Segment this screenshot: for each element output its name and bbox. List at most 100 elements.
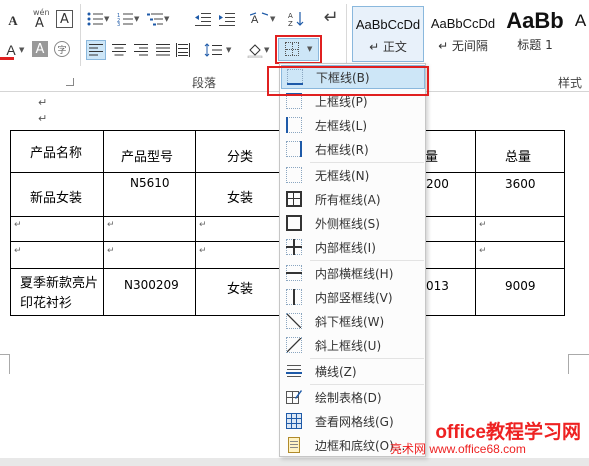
style-no-spacing[interactable]: AaBbCcDd ↵ 无间隔 — [426, 6, 500, 62]
table-cell[interactable]: 3600 — [505, 177, 536, 191]
view-gridlines-icon — [286, 413, 302, 429]
table-cell[interactable]: N300209 — [124, 278, 179, 292]
table-cell[interactable]: N5610 — [130, 176, 170, 190]
style-heading-2-sample: A — [574, 11, 587, 30]
cell-mark: ↵ — [199, 220, 207, 230]
styles-group-label: 样式 — [558, 76, 583, 90]
shading-dropdown-icon[interactable]: ▼ — [264, 46, 269, 54]
paragraph-mark: ↵ — [38, 112, 48, 125]
style-normal-sample: AaBbCcDd — [355, 17, 421, 32]
menu-item-no-border[interactable]: 无框线(N) — [281, 163, 425, 187]
menu-item-right-border[interactable]: 右框线(R) — [281, 137, 425, 161]
diagonal-up-border-icon — [286, 337, 302, 353]
table-header-cell[interactable]: 总量 — [505, 146, 531, 165]
distributed-icon[interactable] — [174, 41, 192, 59]
line-spacing-dropdown-icon[interactable]: ▼ — [226, 46, 231, 54]
shading-icon[interactable] — [246, 41, 264, 59]
draw-table-icon — [286, 389, 302, 405]
watermark-url: 亮术网 www.office68.com — [390, 442, 526, 456]
table-cell[interactable]: 夏季新款亮片印花衬衫 — [20, 274, 102, 314]
menu-item-label: 斜上框线(U) — [315, 338, 382, 353]
numbering-dropdown-icon[interactable]: ▼ — [134, 15, 139, 23]
borders-dropdown-menu: 下框线(B) 上框线(P) 左框线(L) 右框线(R) 无框线(N) 所有框线(… — [279, 63, 426, 457]
page-gap — [0, 458, 589, 466]
horizontal-line-icon — [286, 363, 302, 379]
style-heading-2[interactable]: A — [572, 6, 589, 62]
menu-item-diagonal-up[interactable]: 斜上框线(U) — [281, 333, 425, 357]
style-normal[interactable]: AaBbCcDd ↵ 正文 — [352, 6, 424, 62]
table-header-cell[interactable]: 产品型号 — [121, 146, 173, 165]
style-heading-1-name: 标题 1 — [517, 38, 553, 52]
table-cell[interactable]: 女装 — [227, 278, 253, 297]
line-spacing-icon[interactable] — [204, 41, 222, 59]
character-border-icon[interactable]: A — [56, 10, 73, 28]
menu-item-label: 查看网格线(G) — [315, 414, 394, 429]
style-heading-1[interactable]: AaBb 标题 1 — [500, 6, 570, 62]
font-color-dropdown-icon[interactable]: ▼ — [19, 46, 24, 54]
cell-mark: ↵ — [107, 246, 115, 256]
table-cell[interactable]: 200 — [426, 177, 449, 191]
diagonal-down-border-icon — [286, 313, 302, 329]
chinese-layout-icon[interactable]: A — [250, 10, 268, 28]
increase-indent-icon[interactable] — [218, 10, 236, 28]
align-center-icon[interactable] — [110, 41, 128, 59]
cell-mark: ↵ — [479, 220, 487, 230]
menu-item-diagonal-down[interactable]: 斜下框线(W) — [281, 309, 425, 333]
cell-mark: ↵ — [14, 246, 22, 256]
menu-item-label: 斜下框线(W) — [315, 314, 385, 329]
menu-item-left-border[interactable]: 左框线(L) — [281, 113, 425, 137]
page-margin-mark — [568, 354, 589, 374]
justify-icon[interactable] — [154, 41, 172, 59]
bottom-border-callout — [267, 66, 429, 96]
phonetic-guide-icon[interactable]: wén A — [30, 8, 52, 31]
sort-icon[interactable]: AZ — [288, 10, 306, 28]
menu-item-inside-borders[interactable]: 内部框线(I) — [281, 235, 425, 259]
bullets-icon[interactable] — [86, 10, 104, 28]
table-cell[interactable]: 013 — [426, 279, 449, 293]
svg-text:A: A — [288, 12, 293, 20]
menu-item-label: 内部横框线(H) — [315, 266, 394, 281]
table-border — [103, 130, 104, 316]
table-cell[interactable]: 新品女装 — [30, 187, 82, 206]
chinese-layout-dropdown-icon[interactable]: ▼ — [270, 15, 275, 23]
font-dialog-launcher[interactable] — [66, 78, 74, 86]
table-cell[interactable]: 女装 — [227, 187, 253, 206]
menu-item-draw-table[interactable]: 绘制表格(D) — [281, 385, 425, 409]
menu-item-inside-horizontal[interactable]: 内部横框线(H) — [281, 261, 425, 285]
menu-item-label: 所有框线(A) — [315, 192, 381, 207]
paragraph-mark: ↵ — [38, 96, 48, 109]
align-left-icon[interactable] — [86, 40, 106, 60]
separator — [80, 4, 81, 66]
menu-item-horizontal-line[interactable]: 横线(Z) — [281, 359, 425, 383]
menu-item-view-gridlines[interactable]: 查看网格线(G) — [281, 409, 425, 433]
character-border-char: A — [60, 11, 69, 27]
table-cell[interactable]: 9009 — [505, 279, 536, 293]
borders-button-callout — [275, 35, 322, 64]
table-header-cell[interactable]: 分类 — [227, 146, 253, 165]
bullets-dropdown-icon[interactable]: ▼ — [104, 15, 109, 23]
menu-item-label: 横线(Z) — [315, 364, 357, 379]
no-border-icon — [286, 167, 302, 183]
multilevel-dropdown-icon[interactable]: ▼ — [164, 15, 169, 23]
multilevel-list-icon[interactable] — [146, 10, 164, 28]
numbering-icon[interactable]: 123 — [116, 10, 134, 28]
borders-shading-icon — [286, 437, 302, 453]
decrease-indent-icon[interactable] — [194, 10, 212, 28]
menu-item-label: 左框线(L) — [315, 118, 368, 133]
menu-item-inside-vertical[interactable]: 内部竖框线(V) — [281, 285, 425, 309]
paragraph-group-label: 段落 — [192, 76, 217, 90]
enclose-character-icon[interactable]: 字 — [54, 41, 70, 57]
all-borders-icon — [286, 191, 302, 207]
table-header-cell[interactable]: 量 — [425, 146, 438, 165]
style-no-spacing-name: ↵ 无间隔 — [438, 39, 488, 53]
show-paragraph-marks-icon[interactable]: ↵ — [322, 7, 340, 28]
inside-borders-icon — [286, 239, 302, 255]
menu-item-outside-borders[interactable]: 外侧框线(S) — [281, 211, 425, 235]
table-border — [475, 130, 476, 316]
style-no-spacing-sample: AaBbCcDd — [430, 16, 496, 31]
table-header-cell[interactable]: 产品名称 — [30, 142, 82, 161]
character-shading-icon[interactable]: A — [32, 41, 48, 57]
menu-item-all-borders[interactable]: 所有框线(A) — [281, 187, 425, 211]
bold-size-icon[interactable]: A — [4, 12, 22, 30]
align-right-icon[interactable] — [132, 41, 150, 59]
